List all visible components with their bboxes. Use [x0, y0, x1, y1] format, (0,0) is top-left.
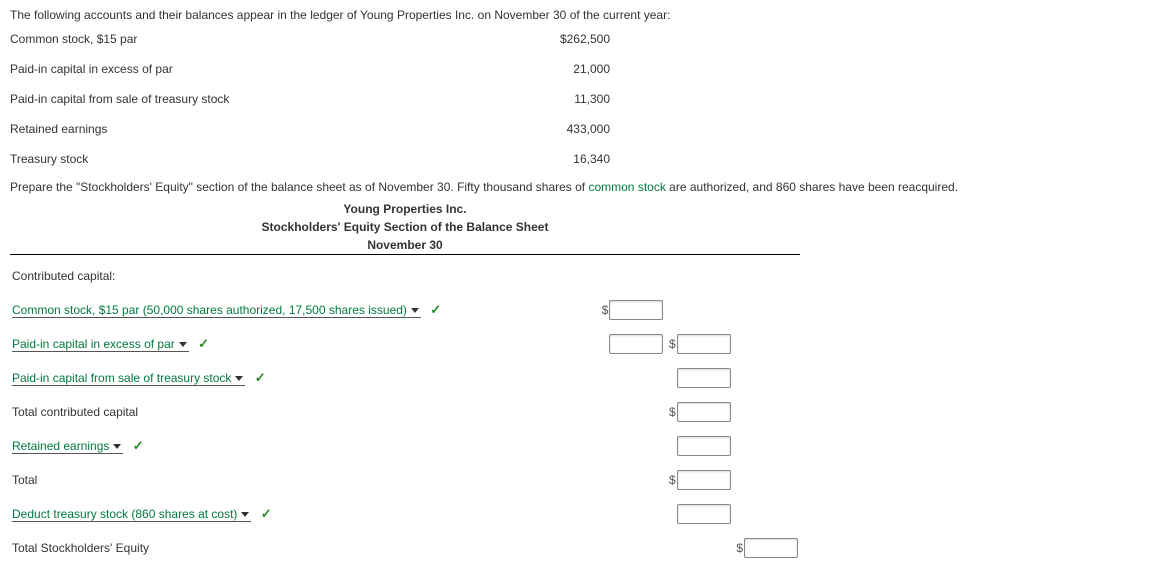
chevron-down-icon — [241, 512, 249, 517]
ledger-name: Retained earnings — [10, 122, 440, 136]
chevron-down-icon — [179, 342, 187, 347]
row-retained-earnings: Retained earnings ✓ — [10, 429, 800, 463]
sheet-date: November 30 — [10, 238, 800, 252]
chevron-down-icon — [411, 308, 419, 313]
intro-text: The following accounts and their balance… — [10, 8, 1161, 22]
row-total: Total $ — [10, 463, 800, 497]
check-icon: ✓ — [430, 302, 441, 317]
dollar-icon: $ — [736, 541, 743, 555]
amount-treas-sale-col3[interactable] — [677, 368, 731, 388]
ledger-value: 433,000 — [440, 122, 610, 136]
amount-excess-col2[interactable] — [609, 334, 663, 354]
amount-deduct-col3[interactable] — [677, 504, 731, 524]
label-total: Total — [10, 463, 598, 497]
ledger-value: $262,500 — [440, 32, 610, 46]
amount-excess-col3[interactable] — [677, 334, 731, 354]
dollar-icon: $ — [669, 337, 676, 351]
label-total-contributed: Total contributed capital — [10, 395, 598, 429]
instruction-text: Prepare the "Stockholders' Equity" secti… — [10, 180, 1161, 194]
amount-common-col2[interactable] — [609, 300, 663, 320]
dollar-icon: $ — [602, 303, 609, 317]
amount-total-col3[interactable] — [677, 470, 731, 490]
chevron-down-icon — [113, 444, 121, 449]
dropdown-common-stock[interactable]: Common stock, $15 par (50,000 shares aut… — [12, 303, 421, 318]
ledger-value: 11,300 — [440, 92, 610, 106]
check-icon: ✓ — [133, 438, 144, 453]
sheet-section: Stockholders' Equity Section of the Bala… — [10, 220, 800, 234]
balance-sheet: Young Properties Inc. Stockholders' Equi… — [10, 202, 800, 565]
ledger-name: Treasury stock — [10, 152, 440, 166]
sheet-company: Young Properties Inc. — [10, 202, 800, 216]
amount-total-contrib-col3[interactable] — [677, 402, 731, 422]
ledger-name: Paid-in capital in excess of par — [10, 62, 440, 76]
ledger-name: Common stock, $15 par — [10, 32, 440, 46]
row-common-stock: Common stock, $15 par (50,000 shares aut… — [10, 293, 800, 327]
dollar-icon: $ — [669, 473, 676, 487]
chevron-down-icon — [235, 376, 243, 381]
ledger-value: 16,340 — [440, 152, 610, 166]
row-total-contributed: Total contributed capital $ — [10, 395, 800, 429]
row-contributed-heading: Contributed capital: — [10, 259, 800, 293]
dollar-icon: $ — [669, 405, 676, 419]
dropdown-treasury-sale[interactable]: Paid-in capital from sale of treasury st… — [12, 371, 245, 386]
horizontal-rule — [10, 254, 800, 255]
label-contributed: Contributed capital: — [10, 259, 598, 293]
common-stock-link[interactable]: common stock — [588, 180, 665, 194]
dropdown-excess-par[interactable]: Paid-in capital in excess of par — [12, 337, 189, 352]
amount-total-se-col4[interactable] — [744, 538, 798, 558]
row-total-se: Total Stockholders' Equity $ — [10, 531, 800, 565]
check-icon: ✓ — [255, 370, 266, 385]
dropdown-retained[interactable]: Retained earnings — [12, 439, 123, 454]
ledger-value: 21,000 — [440, 62, 610, 76]
ledger-table: Common stock, $15 par $262,500 Paid-in c… — [10, 32, 1161, 166]
check-icon: ✓ — [198, 336, 209, 351]
dropdown-deduct-treasury[interactable]: Deduct treasury stock (860 shares at cos… — [12, 507, 251, 522]
ledger-name: Paid-in capital from sale of treasury st… — [10, 92, 440, 106]
row-excess-par: Paid-in capital in excess of par ✓ $ — [10, 327, 800, 361]
row-treasury-sale: Paid-in capital from sale of treasury st… — [10, 361, 800, 395]
amount-retained-col3[interactable] — [677, 436, 731, 456]
label-total-se: Total Stockholders' Equity — [10, 531, 598, 565]
row-deduct-treasury: Deduct treasury stock (860 shares at cos… — [10, 497, 800, 531]
check-icon: ✓ — [261, 506, 272, 521]
